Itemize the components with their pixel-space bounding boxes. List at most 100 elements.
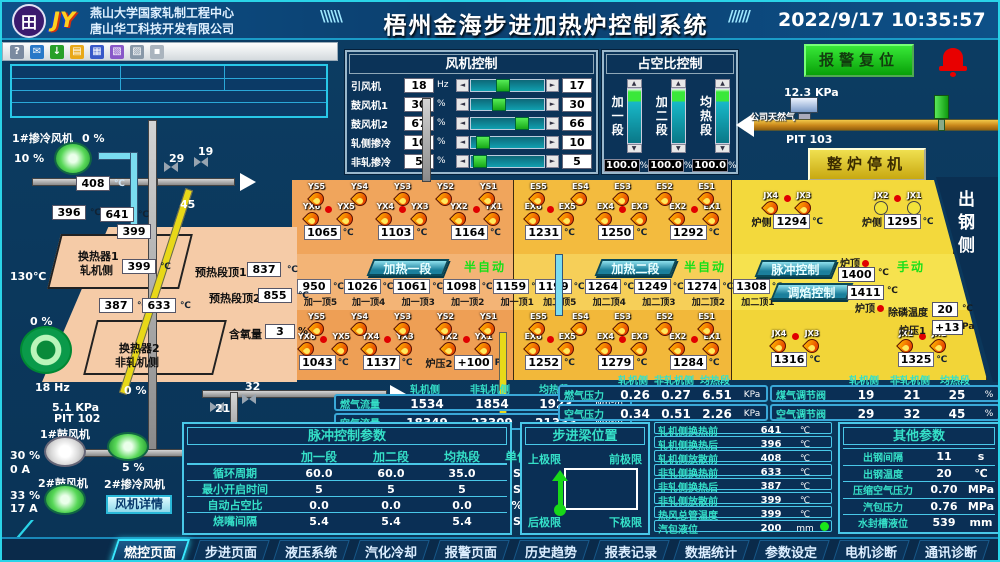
burner-group: EX4EX31279℃ [597,332,648,370]
alarm-bell-icon[interactable] [938,46,968,78]
nav-tab-燃控页面[interactable]: 燃控页面 [110,539,190,562]
mail-icon[interactable]: ✉ [30,45,44,59]
duty-slider-track[interactable] [627,88,642,144]
row-value: 2.26 [698,407,736,421]
fan-slider[interactable]: ◄► [456,116,559,131]
nav-tab-通讯诊断[interactable]: 通讯诊断 [912,540,989,562]
fan-detail-button[interactable]: 风机详情 [106,495,172,514]
nav-tab-参数设定[interactable]: 参数设定 [752,540,829,562]
slider-left-arrow[interactable]: ◄ [456,79,469,92]
row-value[interactable]: 60.0 [283,467,355,480]
temp-unit: ℃ [709,358,720,368]
folder-icon[interactable]: ▤ [70,45,84,59]
burner-label: YX5 [332,332,350,341]
row-value[interactable]: 5.4 [355,515,427,528]
download-icon[interactable]: ↓ [50,45,64,59]
valve-icon[interactable] [194,157,208,167]
valve-icon[interactable] [242,394,256,404]
slider-left-arrow[interactable]: ◄ [456,98,469,111]
duty-up-arrow[interactable]: ▲ [627,79,642,88]
cooling-fan1-icon[interactable] [54,142,92,175]
duty-down-arrow[interactable]: ▼ [715,144,730,153]
slider-thumb[interactable] [473,155,487,168]
report-icon[interactable]: ▧ [110,45,124,59]
blower2-icon[interactable] [44,484,86,515]
slider-left-arrow[interactable]: ◄ [456,117,469,130]
burner-label: YS1 [480,182,497,191]
row-value[interactable]: 5 [283,483,355,496]
duty-down-arrow[interactable]: ▼ [627,144,642,153]
status-ok-dot [820,522,829,531]
fan-slider[interactable]: ◄► [456,78,559,93]
row-value[interactable]: 5.4 [283,515,355,528]
roof-temp-column: 1026℃加一顶4 [344,279,394,308]
slider-right-arrow[interactable]: ► [546,136,559,149]
burner-off-icon [874,201,888,215]
slider-right-arrow[interactable]: ► [546,117,559,130]
nav-tab-报表记录[interactable]: 报表记录 [592,540,669,562]
fan-setpoint-box[interactable]: 18 [404,78,434,93]
row-value[interactable]: 5 [355,483,427,496]
fan-slider[interactable]: ◄► [456,154,559,169]
row-value[interactable]: 60.0 [355,467,427,480]
duty-down-arrow[interactable]: ▼ [671,144,686,153]
descale-temp-unit: ℃ [962,304,973,314]
slider-right-arrow[interactable]: ► [546,155,559,168]
blower1-icon[interactable] [44,436,86,467]
slider-left-arrow[interactable]: ◄ [456,155,469,168]
row-value[interactable]: 0.0 [355,499,427,512]
nav-tab-历史趋势[interactable]: 历史趋势 [512,540,589,562]
lock-icon[interactable]: ▪ [150,45,164,59]
pulse-control-badge[interactable]: 脉冲控制 [755,260,838,277]
fan-row-unit: % [437,99,453,109]
nav-tab-数据统计[interactable]: 数据统计 [672,540,749,562]
nav-tab-报警页面[interactable]: 报警页面 [432,540,509,562]
duty-up-arrow[interactable]: ▲ [715,79,730,88]
row-value[interactable]: 0.0 [427,499,497,512]
fan-row-unit: % [437,118,453,128]
temp-399-hx-box: 399 [122,259,156,274]
cooling-fan2-icon[interactable] [107,432,149,461]
pulse-table-row: 烧嘴间隔5.45.45.4S [187,513,507,529]
slider-thumb[interactable] [492,98,506,111]
fan-slider[interactable]: ◄► [456,97,559,112]
row-value[interactable]: 35.0 [427,467,497,480]
slider-track[interactable] [470,117,545,130]
induced-draft-fan-icon[interactable] [20,326,72,374]
print-icon[interactable]: ▨ [130,45,144,59]
alarm-reset-button[interactable]: 报警复位 [804,44,914,77]
valve-21-value: 21 [215,402,230,415]
help-icon[interactable]: ? [10,45,24,59]
slider-thumb[interactable] [515,117,529,130]
row-value[interactable]: 5 [427,483,497,496]
duty-up-arrow[interactable]: ▲ [671,79,686,88]
slider-thumb[interactable] [476,136,490,149]
flame-icon [309,191,325,207]
chart-icon[interactable]: ▦ [90,45,104,59]
slider-track[interactable] [470,136,545,149]
nav-tab-电机诊断[interactable]: 电机诊断 [832,540,909,562]
fan-slider[interactable]: ◄► [456,135,559,150]
furnace-stop-button[interactable]: 整炉停机 [808,148,926,181]
roof-temp-value: 1098 [443,279,480,294]
nav-tab-步进页面[interactable]: 步进页面 [192,540,269,562]
pipe-segment [422,98,431,182]
duty-slider-track[interactable] [671,88,686,144]
alarm-list-panel[interactable] [10,64,328,118]
row-unit: ℃ [791,510,819,520]
row-value[interactable]: 0.0 [283,499,355,512]
row-value[interactable]: 5.4 [427,515,497,528]
nav-tab-液压系统[interactable]: 液压系统 [272,540,349,562]
slider-track[interactable] [470,79,545,92]
nav-tab-汽化冷却[interactable]: 汽化冷却 [352,540,429,562]
slider-right-arrow[interactable]: ► [546,79,559,92]
slider-thumb[interactable] [496,79,510,92]
duty-slider-track[interactable] [715,88,730,144]
slider-right-arrow[interactable]: ► [546,98,559,111]
duty-value-box: 100.0 [692,159,728,172]
slider-track[interactable] [470,98,545,111]
gas-valve-icon[interactable] [934,95,949,119]
slider-track[interactable] [470,155,545,168]
slider-left-arrow[interactable]: ◄ [456,136,469,149]
flame-control-badge[interactable]: 调焰控制 [771,283,854,300]
